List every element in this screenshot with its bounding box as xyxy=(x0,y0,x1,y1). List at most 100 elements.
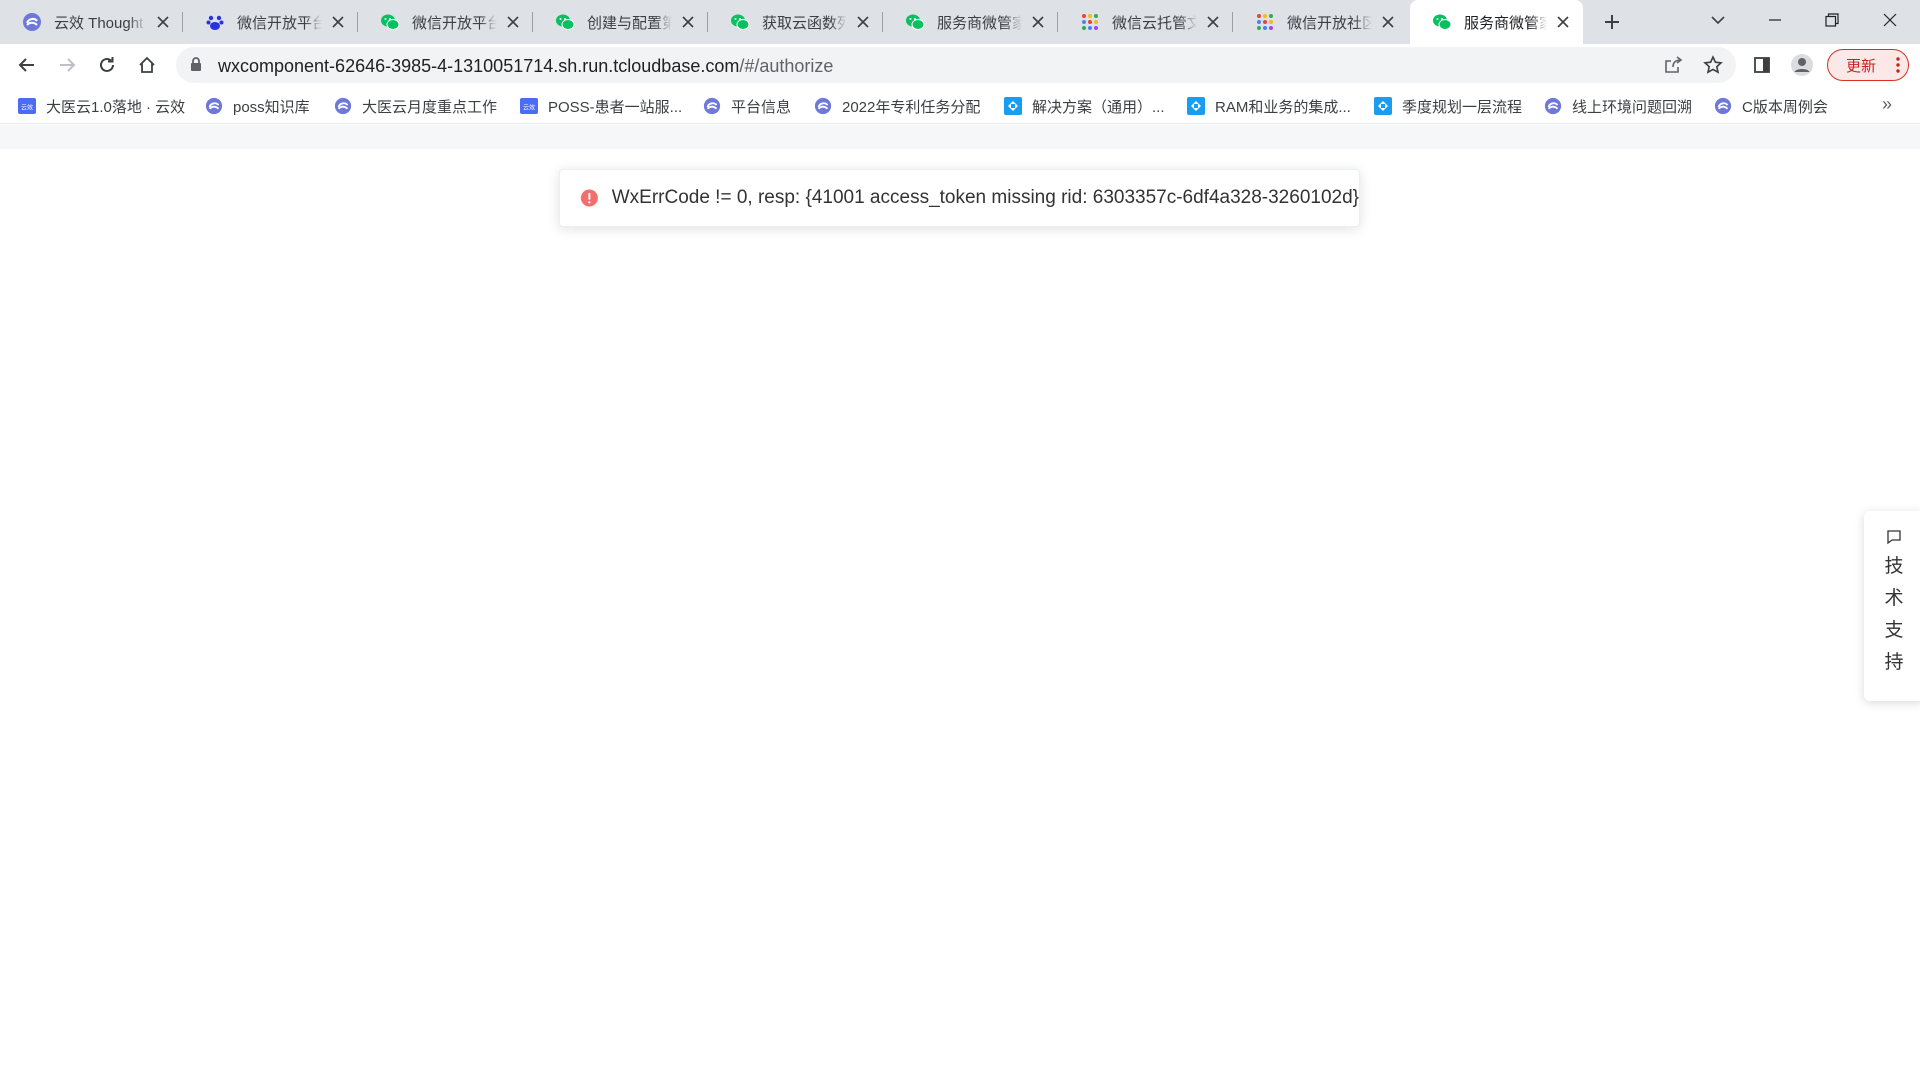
star-icon[interactable] xyxy=(1701,53,1725,77)
bookmark-item[interactable]: 线上环境问题回溯 xyxy=(1544,95,1692,117)
support-char: 技 xyxy=(1884,556,1904,577)
svg-text:云效: 云效 xyxy=(21,104,33,112)
close-icon[interactable] xyxy=(1553,12,1573,32)
tab-5[interactable]: 服务商微管家 xyxy=(883,0,1058,44)
tab-3[interactable]: 创建与配置第 xyxy=(533,0,708,44)
close-window-button[interactable] xyxy=(1862,0,1918,40)
yunxiao-icon xyxy=(1544,97,1562,115)
yunxiao-icon xyxy=(334,97,352,115)
bookmark-label: 大医云1.0落地 · 云效 xyxy=(46,98,186,116)
tab-title: 获取云函数列 xyxy=(762,14,847,32)
close-icon[interactable] xyxy=(1203,12,1223,32)
bookmark-item[interactable]: 云效 大医云1.0落地 · 云效 xyxy=(18,95,185,117)
close-icon[interactable] xyxy=(328,12,348,32)
tab-title: 服务商微管家 xyxy=(937,14,1022,32)
wechat-icon xyxy=(730,12,750,32)
update-button[interactable]: 更新 xyxy=(1827,49,1909,81)
reload-button[interactable] xyxy=(91,49,123,81)
update-label: 更新 xyxy=(1846,57,1877,75)
tab-title: 微信开放平台 xyxy=(237,14,322,32)
tech-support-widget[interactable]: 技 术 支 持 xyxy=(1864,511,1920,701)
address-bar[interactable]: wxcomponent-62646-3985-4-1310051714.sh.r… xyxy=(176,47,1736,83)
bookmark-label: C版本周例会 xyxy=(1742,98,1828,116)
bookmark-item[interactable]: 2022年专利任务分配 xyxy=(814,95,980,117)
tab-2[interactable]: 微信开放平台 xyxy=(358,0,533,44)
error-circle-icon xyxy=(580,189,598,207)
bookmark-label: 季度规划一层流程 xyxy=(1402,98,1523,116)
dingtalk-doc-icon xyxy=(1004,97,1022,115)
support-char: 支 xyxy=(1884,620,1904,641)
tab-8-active[interactable]: 服务商微管家 xyxy=(1410,0,1583,44)
yunxiao-icon xyxy=(1714,97,1732,115)
close-icon[interactable] xyxy=(678,12,698,32)
colorful-dots-icon xyxy=(1255,12,1275,32)
new-tab-button[interactable] xyxy=(1598,8,1626,36)
tab-strip: 云效 Thought 微信开放平台 微信开放平台 创建与配置第 获取云函数列 服… xyxy=(0,0,1920,44)
yunxiao-square-icon: 云效 xyxy=(18,97,36,115)
bookmarks-bar: 云效 大医云1.0落地 · 云效 poss知识库 大医云月度重点工作 云效 PO… xyxy=(0,86,1920,124)
close-icon[interactable] xyxy=(853,12,873,32)
restore-button[interactable] xyxy=(1804,0,1860,40)
restore-icon xyxy=(1825,13,1839,27)
support-char: 术 xyxy=(1884,588,1904,609)
bookmark-item[interactable]: 解决方案（通用）... xyxy=(1004,95,1165,117)
minimize-icon xyxy=(1769,19,1781,21)
close-icon[interactable] xyxy=(503,12,523,32)
tab-title: 服务商微管家 xyxy=(1464,14,1547,32)
tab-title: 创建与配置第 xyxy=(587,14,672,32)
url-text[interactable]: wxcomponent-62646-3985-4-1310051714.sh.r… xyxy=(218,56,833,77)
yunxiao-square-icon: 云效 xyxy=(520,97,538,115)
bookmark-item[interactable]: 云效 POSS-患者一站服... xyxy=(520,95,682,117)
close-icon xyxy=(1883,13,1897,27)
url-host: wxcomponent-62646-3985-4-1310051714.sh.r… xyxy=(218,56,740,76)
share-icon[interactable] xyxy=(1661,53,1685,77)
bookmark-item[interactable]: poss知识库 xyxy=(205,95,310,117)
bookmarks-overflow-chevron-icon[interactable]: » xyxy=(1882,94,1892,115)
arrow-right-icon xyxy=(60,58,76,72)
support-char: 持 xyxy=(1884,652,1904,673)
bookmark-label: 解决方案（通用）... xyxy=(1032,98,1165,116)
side-panel-icon xyxy=(1754,57,1770,73)
colorful-dots-icon xyxy=(1080,12,1100,32)
close-icon[interactable] xyxy=(153,12,173,32)
minimize-button[interactable] xyxy=(1747,0,1803,40)
bookmark-item[interactable]: RAM和业务的集成... xyxy=(1187,95,1351,117)
tab-search-button[interactable] xyxy=(1690,0,1746,40)
bookmark-item[interactable]: 大医云月度重点工作 xyxy=(334,95,497,117)
profile-button[interactable] xyxy=(1786,49,1818,81)
page-header-band xyxy=(0,125,1920,149)
yunxiao-icon xyxy=(703,97,721,115)
home-button[interactable] xyxy=(131,49,163,81)
wechat-icon xyxy=(1432,12,1452,32)
tab-1[interactable]: 微信开放平台 xyxy=(183,0,358,44)
yunxiao-icon xyxy=(814,97,832,115)
bookmark-item[interactable]: C版本周例会 xyxy=(1714,95,1828,117)
reload-icon xyxy=(100,57,114,72)
wechat-icon xyxy=(555,12,575,32)
tab-title: 微信开放平台 xyxy=(412,14,497,32)
baidu-paw-icon xyxy=(205,12,225,32)
yunxiao-icon xyxy=(205,97,223,115)
bookmark-item[interactable]: 平台信息 xyxy=(703,95,791,117)
lock-icon[interactable] xyxy=(190,57,202,77)
close-icon[interactable] xyxy=(1028,12,1048,32)
bookmark-label: 2022年专利任务分配 xyxy=(842,98,981,116)
error-toast: WxErrCode != 0, resp: {41001 access_toke… xyxy=(559,169,1360,227)
wechat-icon xyxy=(905,12,925,32)
page-content: WxErrCode != 0, resp: {41001 access_toke… xyxy=(0,125,1920,1078)
tab-6[interactable]: 微信云托管文 xyxy=(1058,0,1233,44)
browser-toolbar: wxcomponent-62646-3985-4-1310051714.sh.r… xyxy=(0,44,1920,86)
bookmark-item[interactable]: 季度规划一层流程 xyxy=(1374,95,1522,117)
bookmark-label: poss知识库 xyxy=(233,98,310,116)
tab-4[interactable]: 获取云函数列 xyxy=(708,0,883,44)
tab-7[interactable]: 微信开放社区 xyxy=(1233,0,1408,44)
close-icon[interactable] xyxy=(1378,12,1398,32)
bookmark-label: POSS-患者一站服... xyxy=(548,98,683,116)
side-panel-button[interactable] xyxy=(1746,49,1778,81)
chevron-down-icon xyxy=(1711,16,1725,25)
tab-0[interactable]: 云效 Thought xyxy=(0,0,183,44)
forward-button[interactable] xyxy=(51,49,83,81)
arrow-left-icon xyxy=(18,58,34,72)
back-button[interactable] xyxy=(11,49,43,81)
tab-title: 微信云托管文 xyxy=(1112,14,1197,32)
